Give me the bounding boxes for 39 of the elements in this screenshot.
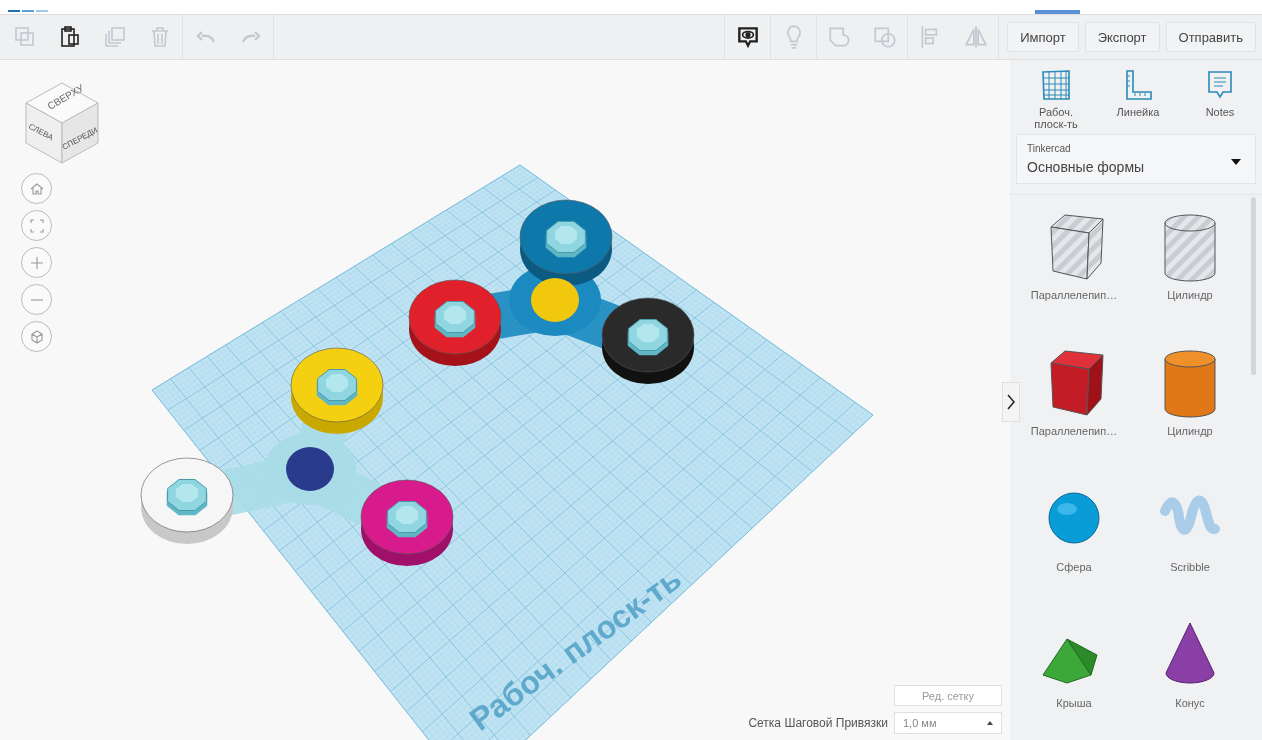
shape-tile[interactable]: Сфера xyxy=(1016,481,1132,617)
tab-indicator xyxy=(8,10,20,12)
copy-icon xyxy=(12,25,37,49)
home-button[interactable] xyxy=(21,173,52,204)
toolbar-button[interactable]: Импорт xyxy=(1007,22,1079,52)
collapse-panel-button[interactable] xyxy=(1002,382,1020,422)
tab-indicator xyxy=(22,10,34,12)
edit-grid-button[interactable]: Ред. сетку xyxy=(894,685,1002,706)
zoom-out-icon xyxy=(28,298,45,301)
scrollbar-thumb[interactable] xyxy=(1251,197,1256,375)
mirror-icon xyxy=(962,24,989,50)
zoom-in-button[interactable] xyxy=(21,247,52,278)
zoom-in-icon xyxy=(28,254,45,271)
shape-tile[interactable]: Конус xyxy=(1132,617,1248,740)
chevron-right-icon xyxy=(1007,394,1015,410)
shape-tile[interactable]: Крыша xyxy=(1016,617,1132,740)
cube-view-icon xyxy=(28,328,45,345)
perspective-button[interactable] xyxy=(21,321,52,352)
tab-indicator xyxy=(36,10,48,12)
ruler-tool-button[interactable]: Линейка xyxy=(1108,68,1168,130)
shape-tile[interactable]: Параллелепип… xyxy=(1016,209,1132,345)
toolbar-button[interactable]: Экспорт xyxy=(1084,22,1160,52)
notes-tool-button[interactable]: Notes xyxy=(1190,68,1250,130)
fit-view-icon xyxy=(28,217,45,234)
grid-icon xyxy=(1039,68,1073,102)
tab-indicator xyxy=(1035,10,1080,14)
duplicate-icon xyxy=(102,25,127,49)
shape-library-select[interactable]: Tinkercad Основные формы xyxy=(1016,134,1256,184)
snap-grid-label: Сетка Шаговой Привязки xyxy=(748,716,888,730)
snap-grid-select[interactable]: 1,0 мм xyxy=(894,712,1002,734)
shape-tile[interactable]: Цилиндр xyxy=(1132,209,1248,345)
toolbar-button[interactable]: Отправить xyxy=(1165,22,1256,52)
shape-tile[interactable]: Цилиндр xyxy=(1132,345,1248,481)
shape-tile[interactable]: Параллелепип… xyxy=(1016,345,1132,481)
ungroup-shapes-icon xyxy=(871,24,898,50)
workplane-tool-button[interactable]: Рабоч. плоск-ть xyxy=(1026,68,1086,130)
zoom-out-button[interactable] xyxy=(21,284,52,315)
shape-tile[interactable]: Scribble xyxy=(1132,481,1248,617)
fit-button[interactable] xyxy=(21,210,52,241)
